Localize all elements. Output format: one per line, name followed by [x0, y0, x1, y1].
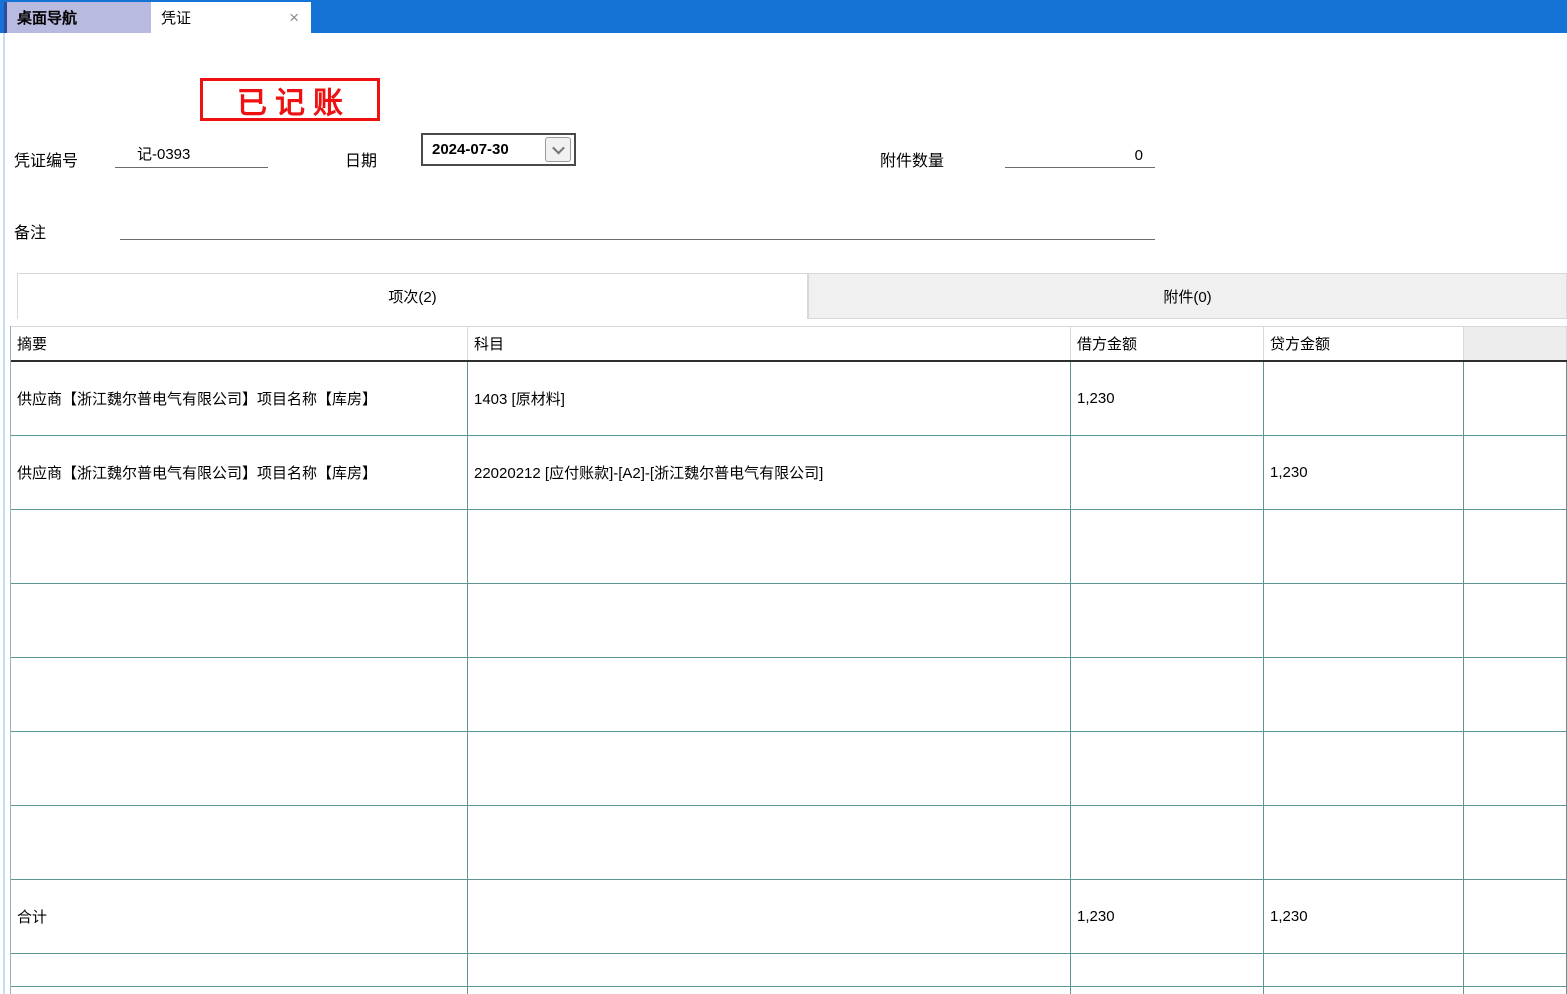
voucher-no-field[interactable]: 记-0393	[115, 140, 268, 168]
cell-debit[interactable]	[1071, 954, 1264, 986]
chevron-down-icon	[552, 142, 565, 155]
table-row	[11, 732, 1567, 806]
tab-desktop-nav[interactable]: 桌面导航	[4, 2, 151, 33]
cell-extra[interactable]	[1464, 584, 1567, 657]
cell-summary[interactable]: 供应商【浙江魏尔普电气有限公司】项目名称【库房】	[11, 362, 468, 435]
cell-credit[interactable]	[1264, 954, 1464, 986]
date-dropdown-button[interactable]	[545, 137, 571, 162]
close-icon[interactable]: ×	[287, 9, 301, 26]
cell-credit[interactable]	[1264, 806, 1464, 879]
tab-voucher-label: 凭证	[161, 7, 191, 28]
total-debit: 1,230	[1071, 880, 1264, 953]
remark-label: 备注	[14, 219, 46, 243]
total-label: 合计	[11, 880, 468, 953]
table-row: 供应商【浙江魏尔普电气有限公司】项目名称【库房】 22020212 [应付账款]…	[11, 436, 1567, 510]
cell-extra[interactable]	[1464, 806, 1567, 879]
table-body: 供应商【浙江魏尔普电气有限公司】项目名称【库房】 1403 [原材料] 1,23…	[11, 362, 1567, 994]
header-cell-debit: 借方金额	[1071, 327, 1264, 360]
cell-debit[interactable]	[1071, 658, 1264, 731]
header-cell-account: 科目	[468, 327, 1071, 360]
table-row	[11, 806, 1567, 880]
date-label: 日期	[345, 147, 377, 171]
voucher-table: 摘要 科目 借方金额 贷方金额 供应商【浙江魏尔普电气有限公司】项目名称【库房】…	[10, 326, 1567, 994]
cell-credit[interactable]	[1264, 362, 1464, 435]
cell-summary[interactable]	[11, 806, 468, 879]
cell-account[interactable]	[468, 987, 1071, 994]
detail-tab-strip: 项次(2) 附件(0)	[17, 273, 1567, 319]
tab-items[interactable]: 项次(2)	[17, 273, 808, 319]
table-row	[11, 954, 1567, 987]
tab-attachments[interactable]: 附件(0)	[808, 273, 1567, 319]
total-credit: 1,230	[1264, 880, 1464, 953]
cell-extra[interactable]	[1464, 954, 1567, 986]
voucher-no-label: 凭证编号	[14, 147, 78, 171]
table-row	[11, 584, 1567, 658]
window-tab-bar: 桌面导航 凭证 ×	[0, 0, 1567, 33]
cell-credit[interactable]	[1264, 510, 1464, 583]
cell-debit[interactable]	[1071, 584, 1264, 657]
total-row: 合计 1,230 1,230	[11, 880, 1567, 954]
header-cell-extra	[1464, 327, 1567, 360]
cell-credit[interactable]	[1264, 987, 1464, 994]
cell-account[interactable]	[468, 658, 1071, 731]
left-edge-divider	[3, 33, 5, 994]
cell-summary[interactable]	[11, 510, 468, 583]
header-cell-summary: 摘要	[11, 327, 468, 360]
table-row	[11, 510, 1567, 584]
cell-extra[interactable]	[1464, 436, 1567, 509]
header-cell-credit: 贷方金额	[1264, 327, 1464, 360]
date-combobox[interactable]: 2024-07-30	[421, 133, 576, 166]
cell-account[interactable]: 22020212 [应付账款]-[A2]-[浙江魏尔普电气有限公司]	[468, 436, 1071, 509]
cell-account[interactable]	[468, 806, 1071, 879]
table-row: 供应商【浙江魏尔普电气有限公司】项目名称【库房】 1403 [原材料] 1,23…	[11, 362, 1567, 436]
cell-credit[interactable]: 1,230	[1264, 436, 1464, 509]
cell-account[interactable]	[468, 732, 1071, 805]
cell-debit[interactable]	[1071, 436, 1264, 509]
cell-debit[interactable]	[1071, 806, 1264, 879]
cell-extra[interactable]	[1464, 987, 1567, 994]
cell-summary[interactable]	[11, 987, 468, 994]
remark-field[interactable]	[120, 212, 1155, 240]
cell-account[interactable]: 1403 [原材料]	[468, 362, 1071, 435]
cell-credit[interactable]	[1264, 732, 1464, 805]
total-extra	[1464, 880, 1567, 953]
cell-summary[interactable]: 供应商【浙江魏尔普电气有限公司】项目名称【库房】	[11, 436, 468, 509]
cell-extra[interactable]	[1464, 362, 1567, 435]
table-row	[11, 987, 1567, 994]
total-account	[468, 880, 1071, 953]
cell-extra[interactable]	[1464, 658, 1567, 731]
cell-account[interactable]	[468, 584, 1071, 657]
cell-summary[interactable]	[11, 732, 468, 805]
tab-desktop-nav-label: 桌面导航	[17, 7, 77, 28]
cell-debit[interactable]	[1071, 510, 1264, 583]
tab-voucher[interactable]: 凭证 ×	[151, 2, 311, 33]
posted-stamp-label: 已记账	[229, 78, 351, 122]
cell-account[interactable]	[468, 510, 1071, 583]
cell-credit[interactable]	[1264, 584, 1464, 657]
voucher-window: 桌面导航 凭证 × 已记账 凭证编号 记-0393 日期 2024-07-30 …	[0, 0, 1567, 994]
cell-debit[interactable]	[1071, 987, 1264, 994]
cell-extra[interactable]	[1464, 732, 1567, 805]
cell-summary[interactable]	[11, 584, 468, 657]
attachment-count-field[interactable]: 0	[1005, 140, 1155, 168]
tab-items-label: 项次(2)	[388, 286, 436, 307]
cell-account[interactable]	[468, 954, 1071, 986]
cell-summary[interactable]	[11, 954, 468, 986]
cell-extra[interactable]	[1464, 510, 1567, 583]
cell-credit[interactable]	[1264, 658, 1464, 731]
cell-summary[interactable]	[11, 658, 468, 731]
tab-attachments-label: 附件(0)	[1163, 286, 1211, 307]
cell-debit[interactable]	[1071, 732, 1264, 805]
table-row	[11, 658, 1567, 732]
date-value: 2024-07-30	[423, 141, 509, 158]
cell-debit[interactable]: 1,230	[1071, 362, 1264, 435]
table-header: 摘要 科目 借方金额 贷方金额	[11, 326, 1567, 362]
posted-stamp: 已记账	[200, 78, 380, 121]
attachment-count-label: 附件数量	[880, 147, 944, 171]
